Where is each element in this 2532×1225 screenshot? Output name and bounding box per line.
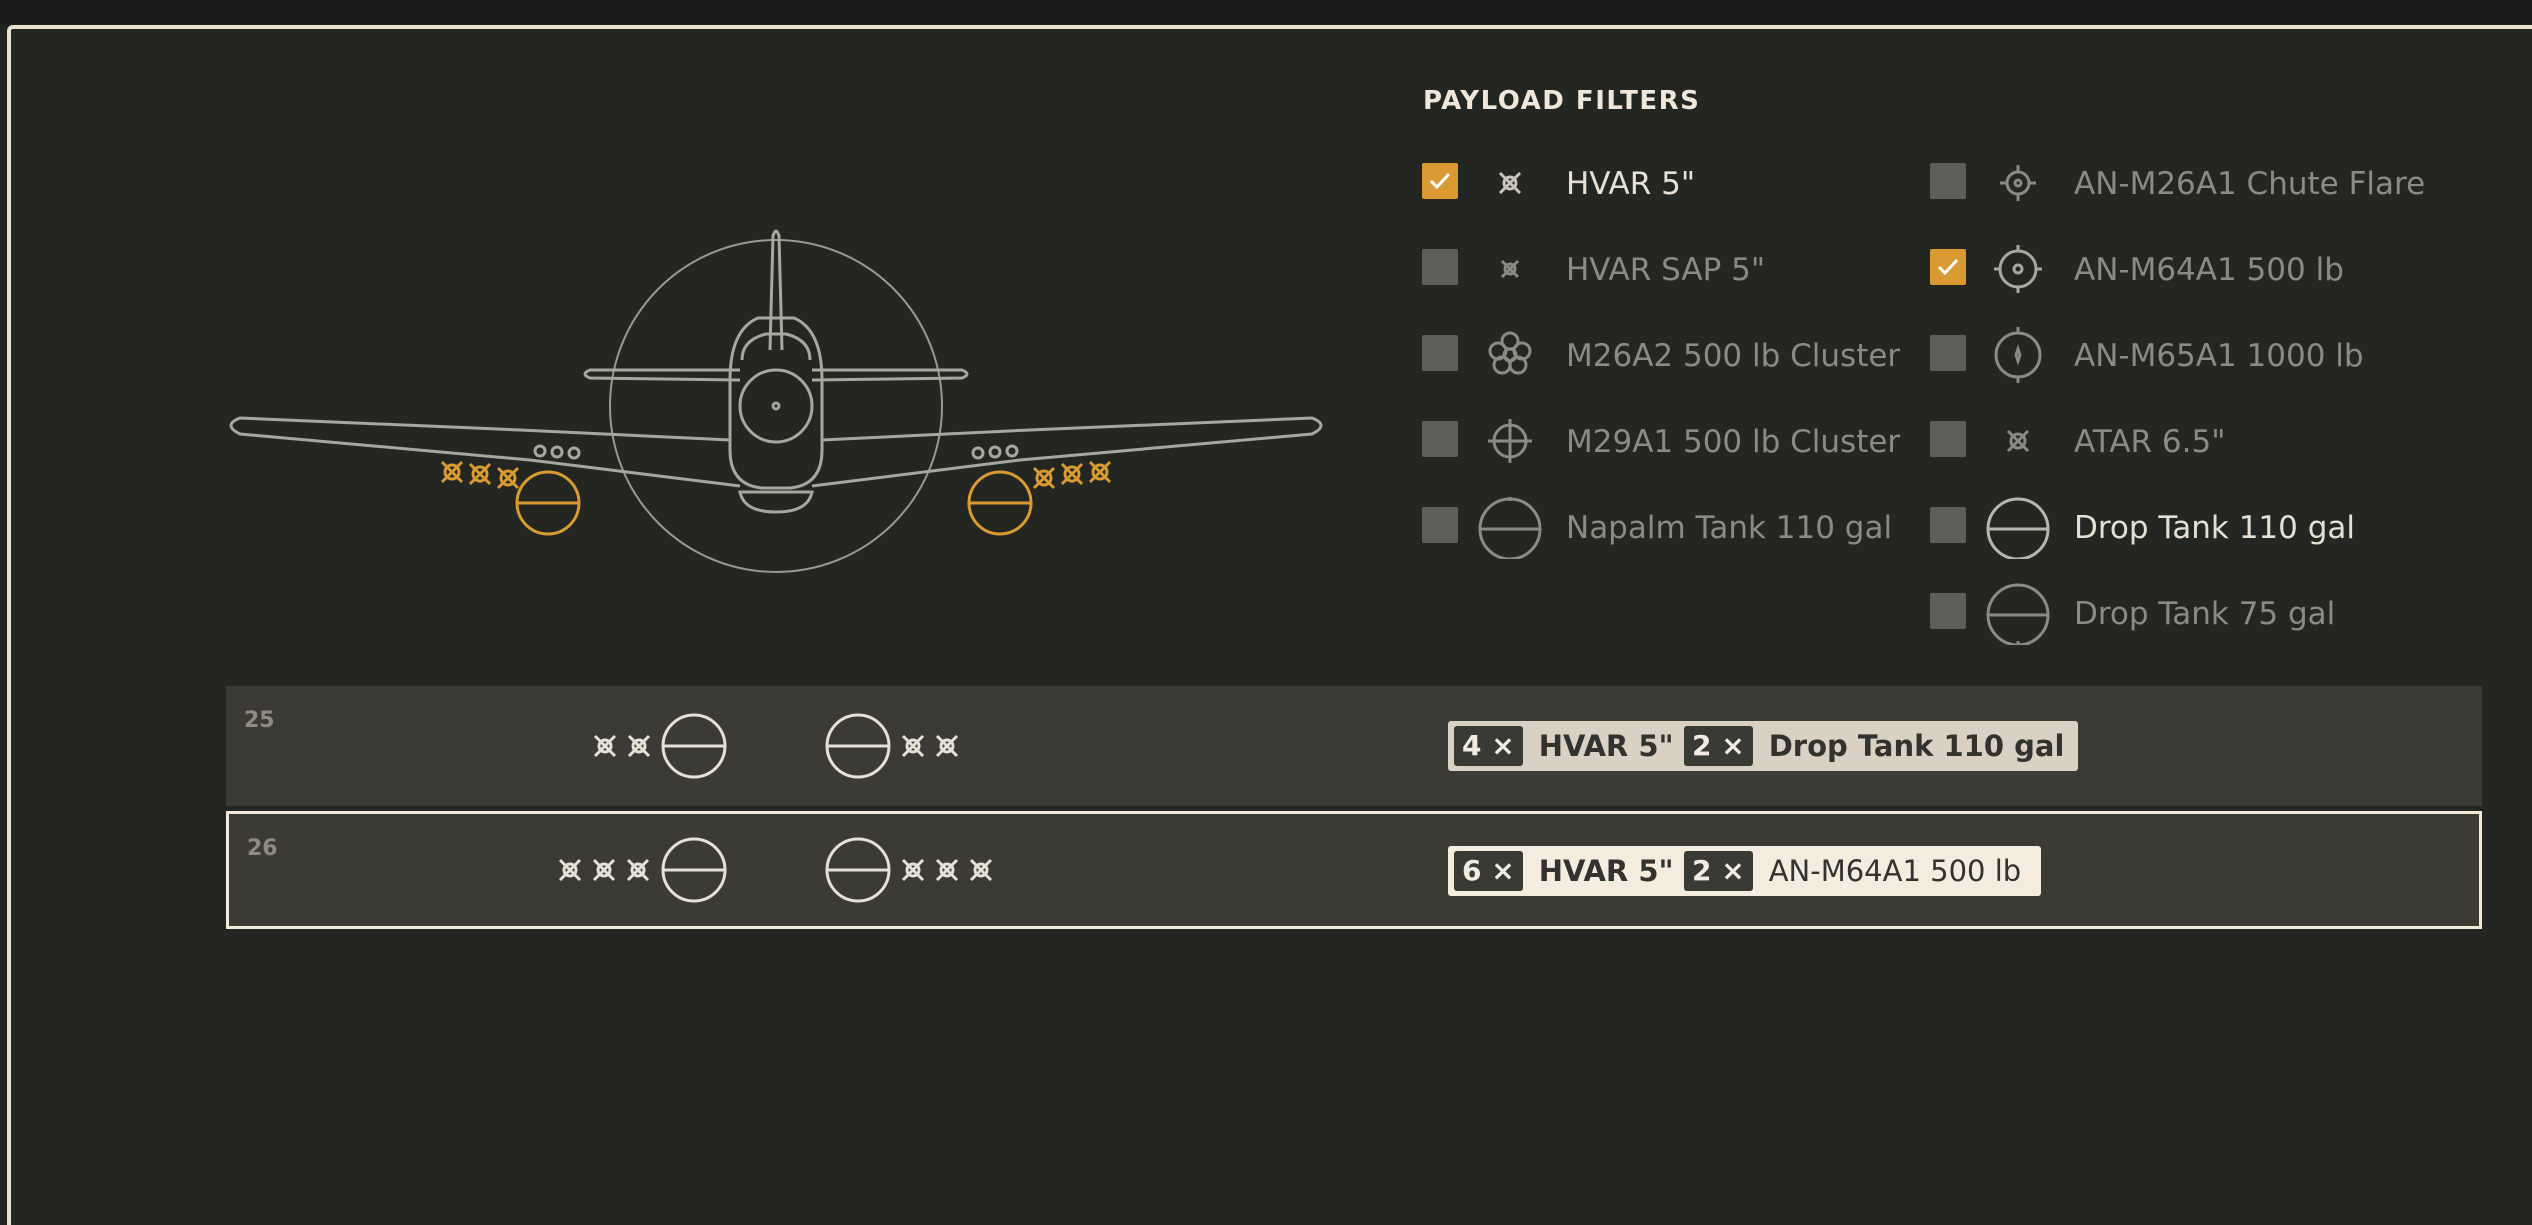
filter-label: M26A2 500 lb Cluster <box>1566 338 1901 374</box>
loadout-chip: 6 × HVAR 5" <box>1448 846 1688 896</box>
filter-drop-tank-75[interactable]: Drop Tank 75 gal <box>1930 578 2490 645</box>
bomb-500-icon <box>1994 245 2042 293</box>
chip-count: 2 × <box>1684 851 1753 891</box>
loadout-row[interactable]: 25 4 × HVAR 5" 2 × Drop Tank 110 gal <box>226 686 2482 806</box>
top-strip <box>0 0 2532 24</box>
filter-an-m65a1[interactable]: AN-M65A1 1000 lb <box>1930 320 2490 383</box>
filter-atar[interactable]: ATAR 6.5" <box>1930 406 2490 466</box>
filter-chute-flare[interactable]: AN-M26A1 Chute Flare <box>1930 148 2490 208</box>
filter-hvar-5[interactable]: HVAR 5" <box>1422 148 1982 208</box>
filter-label: Drop Tank 110 gal <box>2074 510 2355 546</box>
cluster-bomb-icon <box>1488 331 1532 375</box>
chip-count: 2 × <box>1684 726 1753 766</box>
checkbox[interactable] <box>1930 335 1966 371</box>
filter-label: AN-M26A1 Chute Flare <box>2074 166 2426 202</box>
chip-name: AN-M64A1 500 lb <box>1768 854 2022 888</box>
chip-name: Drop Tank 110 gal <box>1768 729 2065 763</box>
drop-tank-icon <box>1986 497 2050 559</box>
loadout-row-selected[interactable]: 26 6 × HVAR 5" 2 × AN-M64A1 500 lb <box>226 811 2482 929</box>
filter-drop-tank-110[interactable]: Drop Tank 110 gal <box>1930 492 2490 559</box>
loadout-stores-diagram <box>593 713 959 779</box>
filter-label: HVAR 5" <box>1566 166 1696 202</box>
checkbox[interactable] <box>1422 421 1458 457</box>
filter-m26a2-cluster[interactable]: M26A2 500 lb Cluster <box>1422 320 1982 380</box>
payload-filters-title: PAYLOAD FILTERS <box>1423 86 1701 116</box>
napalm-tank-icon <box>1478 497 1542 559</box>
checkbox[interactable] <box>1930 163 1966 199</box>
filter-m29a1-cluster[interactable]: M29A1 500 lb Cluster <box>1422 406 1982 466</box>
filter-label: AN-M65A1 1000 lb <box>2074 338 2364 374</box>
atar-rocket-icon <box>2006 429 2030 453</box>
loadout-chip: 2 × Drop Tank 110 gal <box>1678 721 2079 771</box>
filter-hvar-sap-5[interactable]: HVAR SAP 5" <box>1422 234 1982 294</box>
checkbox[interactable] <box>1930 507 1966 543</box>
filter-label: M29A1 500 lb Cluster <box>1566 424 1901 460</box>
bomb-1000-icon <box>1994 327 2042 383</box>
filter-label: AN-M64A1 500 lb <box>2074 252 2344 288</box>
crosshair-bomb-icon <box>1488 419 1532 463</box>
loadout-stores-diagram <box>558 837 993 903</box>
filter-napalm-tank[interactable]: Napalm Tank 110 gal <box>1422 492 1982 559</box>
aircraft-front-view <box>229 229 1323 573</box>
drop-tank-small-icon <box>1986 583 2050 645</box>
filter-label: Napalm Tank 110 gal <box>1566 510 1893 546</box>
chip-name: HVAR 5" <box>1538 854 1674 888</box>
chip-count: 6 × <box>1454 851 1523 891</box>
loadout-chip: 4 × HVAR 5" <box>1448 721 1688 771</box>
chip-name: HVAR 5" <box>1538 729 1674 763</box>
filter-an-m64a1[interactable]: AN-M64A1 500 lb <box>1930 234 2490 294</box>
loadout-chip: 2 × AN-M64A1 500 lb <box>1678 846 2042 896</box>
checkbox[interactable] <box>1930 593 1966 629</box>
filter-label: HVAR SAP 5" <box>1566 252 1766 288</box>
checkbox[interactable] <box>1422 507 1458 543</box>
filter-label: Drop Tank 75 gal <box>2074 596 2336 632</box>
filter-label: ATAR 6.5" <box>2074 424 2226 460</box>
rocket-icon <box>1498 171 1522 195</box>
checkbox[interactable] <box>1930 421 1966 457</box>
flare-icon <box>2000 165 2036 201</box>
checkbox-checked[interactable] <box>1930 249 1966 285</box>
chip-count: 4 × <box>1454 726 1523 766</box>
rocket-small-icon <box>1500 259 1520 279</box>
checkbox[interactable] <box>1422 335 1458 371</box>
checkbox-checked[interactable] <box>1422 163 1458 199</box>
checkbox[interactable] <box>1422 249 1458 285</box>
